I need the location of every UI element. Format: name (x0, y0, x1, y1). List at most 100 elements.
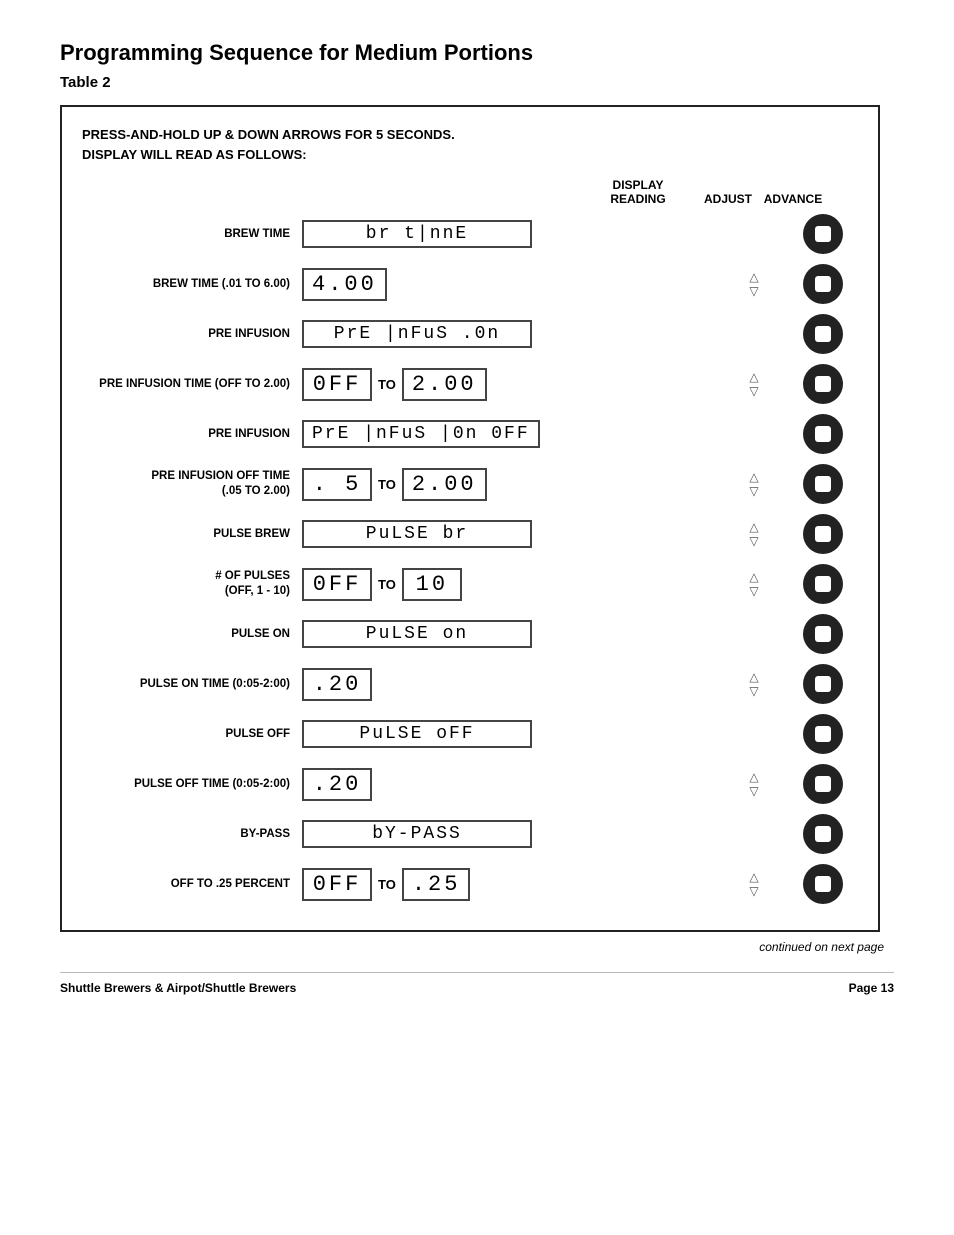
display-area-pulse-off: PuLSE oFF (302, 720, 716, 748)
row-label-pre-infusion: PRE INFUSION (82, 327, 302, 342)
arrow-up-pulse-off-time[interactable]: △ (749, 770, 758, 784)
advance-button-num-pulses[interactable] (803, 564, 843, 604)
arrow-up-pulse-brew[interactable]: △ (749, 520, 758, 534)
advance-button-pulse-brew[interactable] (803, 514, 843, 554)
arrow-up-pre-infusion-time[interactable]: △ (749, 370, 758, 384)
adjust-col-off-to-25: △▽ (724, 870, 784, 898)
table-row: PRE INFUSION OFF TIME (.05 TO 2.00). 5 TO… (82, 462, 858, 506)
table-row: BY-PASSbY-PASS (82, 812, 858, 856)
lcd-right-off-to-25: .25 (402, 868, 471, 901)
row-label-pulse-brew: PULSE BREW (82, 527, 302, 542)
row-label-pre-infusion-off-time: PRE INFUSION OFF TIME (.05 TO 2.00) (82, 469, 302, 499)
arrow-down-brew-time-range[interactable]: ▽ (749, 284, 758, 298)
arrow-up-brew-time-range[interactable]: △ (749, 270, 758, 284)
advance-col-pre-infusion-time (788, 364, 858, 404)
row-label-pulse-on: PULSE ON (82, 627, 302, 642)
advance-col-pulse-brew (788, 514, 858, 554)
lcd-left-brew-time: br t|nnE (302, 220, 532, 248)
footer-left: Shuttle Brewers & Airpot/Shuttle Brewers (60, 981, 296, 995)
arrow-down-pulse-brew[interactable]: ▽ (749, 534, 758, 548)
advance-button-pre-infusion-time[interactable] (803, 364, 843, 404)
advance-button-pre-infusion[interactable] (803, 314, 843, 354)
col-header-adjust: ADJUST (698, 192, 758, 206)
table-row: BREW TIMEbr t|nnE (82, 212, 858, 256)
advance-col-brew-time (788, 214, 858, 254)
row-label-off-to-25: OFF TO .25 PERCENT (82, 877, 302, 892)
advance-col-pre-infusion (788, 314, 858, 354)
advance-col-pulse-on-time (788, 664, 858, 704)
table-label: Table 2 (60, 74, 894, 91)
to-label-num-pulses: TO (378, 577, 396, 592)
row-label-num-pulses: # OF PULSES (OFF, 1 - 10) (82, 569, 302, 599)
display-area-pulse-off-time: .20 (302, 768, 716, 801)
arrow-up-num-pulses[interactable]: △ (749, 570, 758, 584)
advance-button-pre-infusion-off-time[interactable] (803, 464, 843, 504)
lcd-left-brew-time-range: 4.00 (302, 268, 387, 301)
row-label-brew-time: BREW TIME (82, 227, 302, 242)
footer-right: Page 13 (849, 981, 894, 995)
row-label-by-pass: BY-PASS (82, 827, 302, 842)
rows-container: BREW TIMEbr t|nnE BREW TIME (.01 TO 6.00)… (82, 212, 858, 906)
to-label-pre-infusion-off-time: TO (378, 477, 396, 492)
arrow-down-pulse-off-time[interactable]: ▽ (749, 784, 758, 798)
arrow-up-off-to-25[interactable]: △ (749, 870, 758, 884)
lcd-left-pulse-brew: PuLSE br (302, 520, 532, 548)
lcd-left-pulse-on: PuLSE on (302, 620, 532, 648)
arrow-up-pulse-on-time[interactable]: △ (749, 670, 758, 684)
arrow-down-pulse-on-time[interactable]: ▽ (749, 684, 758, 698)
table-row: PULSE ON TIME (0:05-2:00).20 △▽ (82, 662, 858, 706)
adjust-col-num-pulses: △▽ (724, 570, 784, 598)
advance-button-by-pass[interactable] (803, 814, 843, 854)
display-area-pulse-on-time: .20 (302, 668, 716, 701)
table-row: PRE INFUSION TIME (OFF TO 2.00)0FFTO2.00… (82, 362, 858, 406)
table-row: PULSE OFF TIME (0:05-2:00).20 △▽ (82, 762, 858, 806)
lcd-left-num-pulses: 0FF (302, 568, 372, 601)
advance-col-off-to-25 (788, 864, 858, 904)
display-area-off-to-25: 0FF TO .25 (302, 868, 716, 901)
advance-button-pulse-off-time[interactable] (803, 764, 843, 804)
advance-button-pulse-on-time[interactable] (803, 664, 843, 704)
to-label-pre-infusion-time: TO (378, 377, 396, 392)
lcd-left-pre-infusion-off-time: . 5 (302, 468, 372, 501)
advance-col-by-pass (788, 814, 858, 854)
arrow-down-off-to-25[interactable]: ▽ (749, 884, 758, 898)
display-area-by-pass: bY-PASS (302, 820, 716, 848)
table-row: PRE INFUSIONPrE |nFuS .0n (82, 312, 858, 356)
press-hold-text: PRESS-AND-HOLD UP & DOWN ARROWS FOR 5 SE… (82, 125, 858, 164)
advance-col-pre-infusion-off-time (788, 464, 858, 504)
row-label-brew-time-range: BREW TIME (.01 TO 6.00) (82, 277, 302, 292)
lcd-left-pulse-off-time: .20 (302, 768, 372, 801)
display-area-pre-infusion: PrE |nFuS .0n (302, 320, 716, 348)
row-label-pulse-off-time: PULSE OFF TIME (0:05-2:00) (82, 777, 302, 792)
lcd-left-off-to-25: 0FF (302, 868, 372, 901)
advance-button-brew-time[interactable] (803, 214, 843, 254)
arrow-down-num-pulses[interactable]: ▽ (749, 584, 758, 598)
display-area-pulse-on: PuLSE on (302, 620, 716, 648)
column-headers: DISPLAY READING ADJUST ADVANCE (82, 178, 858, 206)
arrow-up-pre-infusion-off-time[interactable]: △ (749, 470, 758, 484)
display-area-brew-time: br t|nnE (302, 220, 716, 248)
display-area-pre-infusion-off-time: . 5 TO 2.00 (302, 468, 716, 501)
advance-col-brew-time-range (788, 264, 858, 304)
to-label-off-to-25: TO (378, 877, 396, 892)
adjust-col-pre-infusion-off-time: △▽ (724, 470, 784, 498)
display-area-pulse-brew: PuLSE br (302, 520, 716, 548)
advance-button-pulse-on[interactable] (803, 614, 843, 654)
advance-button-off-to-25[interactable] (803, 864, 843, 904)
adjust-col-pulse-on-time: △▽ (724, 670, 784, 698)
col-header-advance: ADVANCE (758, 192, 828, 206)
display-area-num-pulses: 0FFTO10 (302, 568, 716, 601)
arrow-down-pre-infusion-off-time[interactable]: ▽ (749, 484, 758, 498)
advance-button-brew-time-range[interactable] (803, 264, 843, 304)
advance-button-pulse-off[interactable] (803, 714, 843, 754)
row-label-pulse-on-time: PULSE ON TIME (0:05-2:00) (82, 677, 302, 692)
adjust-col-pulse-brew: △▽ (724, 520, 784, 548)
advance-col-num-pulses (788, 564, 858, 604)
footer: Shuttle Brewers & Airpot/Shuttle Brewers… (60, 972, 894, 995)
row-label-pre-infusion-time: PRE INFUSION TIME (OFF TO 2.00) (82, 377, 302, 392)
advance-button-pre-infusion-off[interactable] (803, 414, 843, 454)
table-row: BREW TIME (.01 TO 6.00)4.00 △▽ (82, 262, 858, 306)
lcd-right-pre-infusion-off-time: 2.00 (402, 468, 487, 501)
advance-col-pulse-off-time (788, 764, 858, 804)
arrow-down-pre-infusion-time[interactable]: ▽ (749, 384, 758, 398)
